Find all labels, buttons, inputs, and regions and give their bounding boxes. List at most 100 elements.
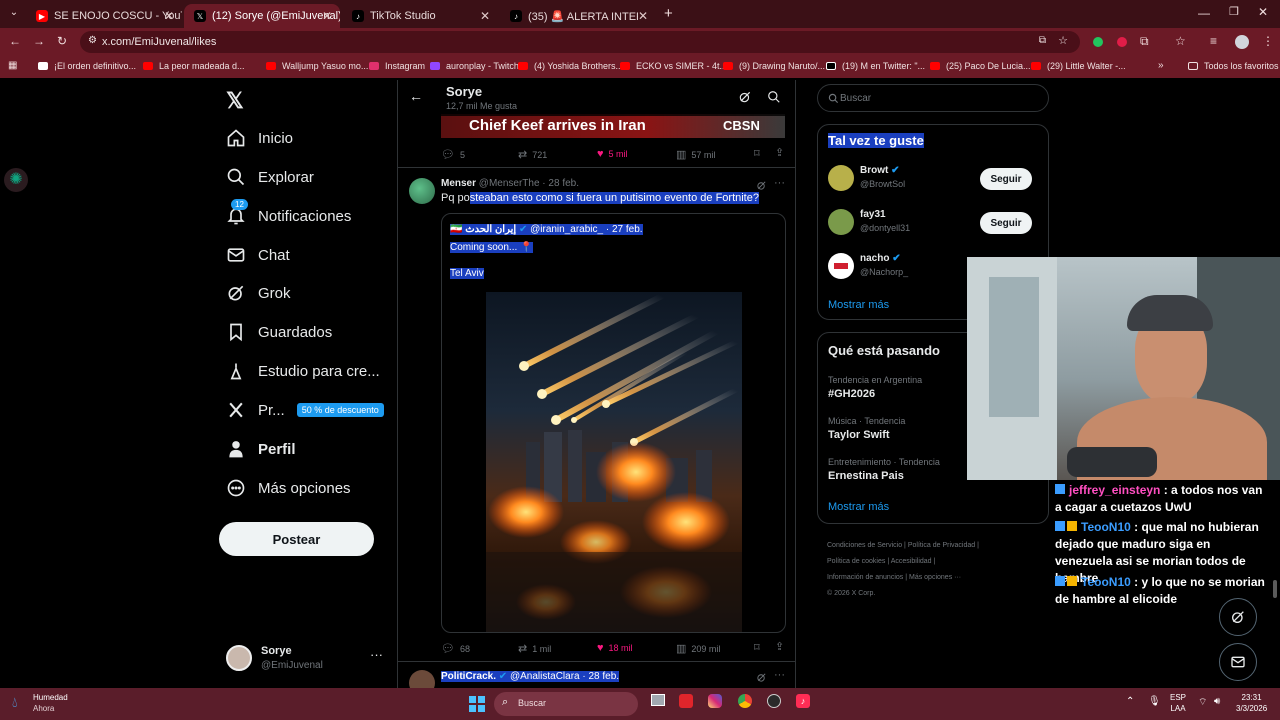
reading-list-icon[interactable]: ≡ xyxy=(1210,34,1217,48)
share-icon[interactable]: ⇪ xyxy=(775,146,784,159)
search-input[interactable]: Buscar xyxy=(817,84,1049,112)
volume-icon[interactable]: 🔊︎ xyxy=(1214,696,1220,707)
more-bookmarks-icon[interactable]: » xyxy=(1158,60,1164,71)
task-view-icon[interactable] xyxy=(651,694,665,706)
bookmark-item[interactable]: ECKO vs SIMER - 4t... xyxy=(620,61,727,71)
repost-button[interactable]: ⇄ 721 xyxy=(518,148,547,161)
scrollbar[interactable] xyxy=(1273,580,1277,598)
chatgpt-icon[interactable]: ✺ xyxy=(4,168,28,192)
extension-icon[interactable] xyxy=(1093,37,1103,47)
bookmark-item[interactable]: (4) Yoshida Brothers... xyxy=(518,61,623,71)
close-tab-icon[interactable]: ✕ xyxy=(164,9,174,23)
trend-item[interactable]: Música · Tendencia Taylor Swift xyxy=(828,416,905,441)
grok-icon[interactable] xyxy=(756,180,767,191)
all-bookmarks-folder[interactable]: Todos los favoritos xyxy=(1188,61,1279,71)
bookmark-item[interactable]: auronplay - Twitch xyxy=(430,61,519,71)
more-icon[interactable]: ··· xyxy=(370,647,383,662)
nav-explore[interactable]: Explorar xyxy=(226,162,314,192)
app-icon[interactable] xyxy=(679,694,693,708)
tab-x-profile[interactable]: 𝕏 (12) Sorye (@EmiJuvenal) / X ✕ xyxy=(184,4,340,28)
show-more-link[interactable]: Mostrar más xyxy=(828,299,889,311)
extensions-puzzle-icon[interactable]: ⧉ xyxy=(1140,34,1149,49)
bookmark-item[interactable]: (29) Little Walter -... xyxy=(1031,61,1126,71)
bookmark-item[interactable]: La peor madeada d... xyxy=(143,61,245,71)
like-button[interactable]: ♥ 5 mil xyxy=(597,148,628,160)
nav-more-options[interactable]: Más opciones xyxy=(226,473,351,503)
nav-creator-studio[interactable]: Estudio para cre... xyxy=(226,356,380,386)
microphone-icon[interactable]: 🎙︎ xyxy=(1148,696,1161,707)
close-window-button[interactable]: ✕ xyxy=(1258,5,1268,19)
nav-premium[interactable]: Pr... 50 % de descuento xyxy=(226,395,384,425)
post-author[interactable]: Menser @MenserThe · 28 feb. xyxy=(441,178,579,189)
search-icon[interactable] xyxy=(767,90,781,104)
footer-link[interactable]: Política de Privacidad xyxy=(908,542,975,549)
taskbar-search[interactable]: ⌕ Buscar xyxy=(494,692,638,716)
avatar[interactable] xyxy=(1235,35,1249,49)
account-switcher[interactable]: Sorye @EmiJuvenal ··· xyxy=(226,643,386,679)
like-button[interactable]: ♥ 18 mil xyxy=(597,642,633,654)
extension-icon[interactable] xyxy=(1117,37,1127,47)
address-bar[interactable]: ⚙ x.com/EmiJuvenal/likes ⧉ ☆ xyxy=(80,31,1080,53)
repost-button[interactable]: ⇄ 1 mil xyxy=(518,642,551,655)
reply-button[interactable]: 💬︎ 68 xyxy=(441,642,470,655)
tiktok-icon[interactable]: ♪ xyxy=(796,694,810,708)
suggestion-item[interactable]: Browt ✔ @BrowtSol Seguir xyxy=(828,165,1040,195)
tray-chevron-icon[interactable]: ⌃ xyxy=(1126,696,1134,707)
menu-icon[interactable]: ⋮ xyxy=(1262,34,1274,48)
suggestion-item[interactable]: fay31 @dontyell31 Seguir xyxy=(828,209,1040,239)
bookmark-item[interactable]: ¡El orden definitivo... xyxy=(38,61,136,71)
nav-home[interactable]: Inicio xyxy=(226,123,293,153)
suggestion-item[interactable]: nacho ✔ @Nachorp_ xyxy=(828,253,968,283)
trend-item[interactable]: Entretenimiento · Tendencia Ernestina Pa… xyxy=(828,457,940,482)
footer-link[interactable]: Más opciones ··· xyxy=(909,574,961,581)
views-button[interactable]: ▥ 209 mil xyxy=(676,642,720,655)
footer-link[interactable]: Accesibilidad xyxy=(891,558,932,565)
back-icon[interactable]: ← xyxy=(9,34,21,48)
close-tab-icon[interactable]: ✕ xyxy=(638,9,648,23)
bookmark-star-icon[interactable]: ☆ xyxy=(1058,34,1068,47)
reply-button[interactable]: 💬︎ 5 xyxy=(441,148,465,161)
tab-tiktok-studio[interactable]: ♪ TikTok Studio ✕ xyxy=(342,4,498,28)
footer-link[interactable]: Información de anuncios xyxy=(827,574,903,581)
close-tab-icon[interactable]: ✕ xyxy=(322,9,332,23)
more-icon[interactable]: ··· xyxy=(774,669,785,681)
bookmark-icon[interactable]: ⌑ xyxy=(754,147,760,160)
nav-bookmarks[interactable]: Guardados xyxy=(226,317,332,347)
maximize-button[interactable]: ❐ xyxy=(1229,5,1239,18)
cast-icon[interactable]: ⧉ xyxy=(1039,35,1046,46)
grok-floating-button[interactable] xyxy=(1219,598,1257,636)
network-icon[interactable]: ⌔ xyxy=(1198,696,1207,709)
language-indicator[interactable]: ESP LAA xyxy=(1170,692,1186,714)
obs-icon[interactable] xyxy=(767,694,781,708)
quoted-post[interactable]: 🇮🇷 إيران الحدث ✔ @iranin_arabic_ · 27 fe… xyxy=(441,213,786,633)
x-logo-icon[interactable]: 𝕏 xyxy=(226,88,244,114)
minimize-button[interactable]: — xyxy=(1198,6,1210,20)
nav-grok[interactable]: Grok xyxy=(226,278,291,308)
new-tab-button[interactable]: + xyxy=(664,5,673,22)
nav-chat[interactable]: Chat xyxy=(226,240,290,270)
avatar[interactable] xyxy=(409,670,435,688)
tab-tiktok-alert[interactable]: ♪ (35) 🚨 ALERTA INTERNACIONAL ✕ xyxy=(500,4,656,28)
post-author[interactable]: PolitiCrack. ✔ @AnalistaClara · 28 feb. xyxy=(441,671,620,682)
apps-grid-icon[interactable]: ▦ xyxy=(8,60,17,71)
instagram-icon[interactable] xyxy=(708,694,722,708)
bookmark-item[interactable]: (9) Drawing Naruto/... xyxy=(723,61,825,71)
bookmark-item[interactable]: (25) Paco De Lucia... xyxy=(930,61,1031,71)
follow-button[interactable]: Seguir xyxy=(980,168,1032,190)
forward-icon[interactable]: → xyxy=(33,34,45,48)
back-arrow-icon[interactable]: ← xyxy=(409,88,423,104)
site-info-icon[interactable]: ⚙ xyxy=(88,35,97,46)
grok-icon[interactable] xyxy=(756,672,767,683)
avatar[interactable] xyxy=(409,178,435,204)
close-tab-icon[interactable]: ✕ xyxy=(480,9,490,23)
bookmark-icon[interactable]: ⌑ xyxy=(754,641,760,654)
tab-search-button[interactable]: ⌄ xyxy=(6,7,22,21)
bookmark-item[interactable]: (19) M en Twitter: "... xyxy=(826,61,925,71)
bookmark-item[interactable]: Instagram xyxy=(369,61,425,71)
footer-link[interactable]: Política de cookies xyxy=(827,558,885,565)
quote-image[interactable] xyxy=(486,292,742,632)
messages-floating-button[interactable] xyxy=(1219,643,1257,681)
reload-icon[interactable]: ↻ xyxy=(57,34,67,48)
show-more-link[interactable]: Mostrar más xyxy=(828,501,889,513)
grok-icon[interactable] xyxy=(738,90,752,104)
